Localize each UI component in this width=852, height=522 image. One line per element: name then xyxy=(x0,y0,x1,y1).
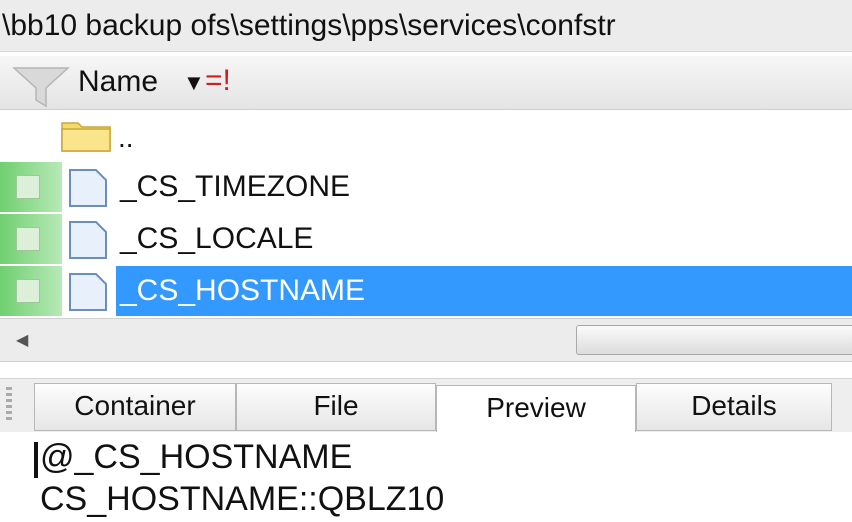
preview-pane[interactable]: @_CS_HOSTNAME CS_HOSTNAME::QBLZ10 xyxy=(0,432,852,522)
filter-funnel-icon[interactable] xyxy=(12,64,70,108)
grip-handle[interactable] xyxy=(6,387,12,423)
list-item-parent[interactable]: .. xyxy=(0,110,852,160)
column-header[interactable]: Name ▼ =! xyxy=(0,56,852,110)
document-icon xyxy=(69,273,107,311)
tab-strip: Container File Preview Details xyxy=(0,378,852,435)
checkbox[interactable] xyxy=(16,227,40,251)
row-status-cell xyxy=(0,214,62,264)
horizontal-scrollbar[interactable]: ◀ xyxy=(0,318,852,362)
tab-details[interactable]: Details xyxy=(636,383,832,431)
parent-dir-label: .. xyxy=(118,122,134,153)
scrollbar-thumb[interactable] xyxy=(576,325,852,355)
list-item[interactable]: _CS_TIMEZONE xyxy=(0,162,852,212)
text-caret xyxy=(34,442,38,478)
document-icon xyxy=(69,169,107,207)
list-item-selected[interactable]: _CS_HOSTNAME xyxy=(0,266,852,316)
row-status-cell xyxy=(0,162,62,212)
tab-container[interactable]: Container xyxy=(34,383,236,431)
column-name-label[interactable]: Name xyxy=(78,65,158,99)
file-name: _CS_LOCALE xyxy=(120,222,314,255)
tab-preview[interactable]: Preview xyxy=(436,385,636,435)
scroll-left-icon[interactable]: ◀ xyxy=(16,330,28,350)
sort-descending-icon[interactable]: ▼ xyxy=(183,70,205,96)
checkbox[interactable] xyxy=(16,279,40,303)
preview-line-2: CS_HOSTNAME::QBLZ10 xyxy=(40,480,445,518)
folder-icon xyxy=(61,122,111,152)
filter-flag: =! xyxy=(205,64,231,97)
file-name: _CS_HOSTNAME xyxy=(120,274,366,307)
path-bar: \bb10 backup ofs\settings\pps\services\c… xyxy=(0,0,852,52)
row-status-cell xyxy=(0,266,62,316)
document-icon xyxy=(69,221,107,259)
list-item[interactable]: _CS_LOCALE xyxy=(0,214,852,264)
file-name: _CS_TIMEZONE xyxy=(120,170,351,203)
checkbox[interactable] xyxy=(16,175,40,199)
preview-line-1: @_CS_HOSTNAME xyxy=(40,438,353,476)
tab-file[interactable]: File xyxy=(236,383,436,431)
